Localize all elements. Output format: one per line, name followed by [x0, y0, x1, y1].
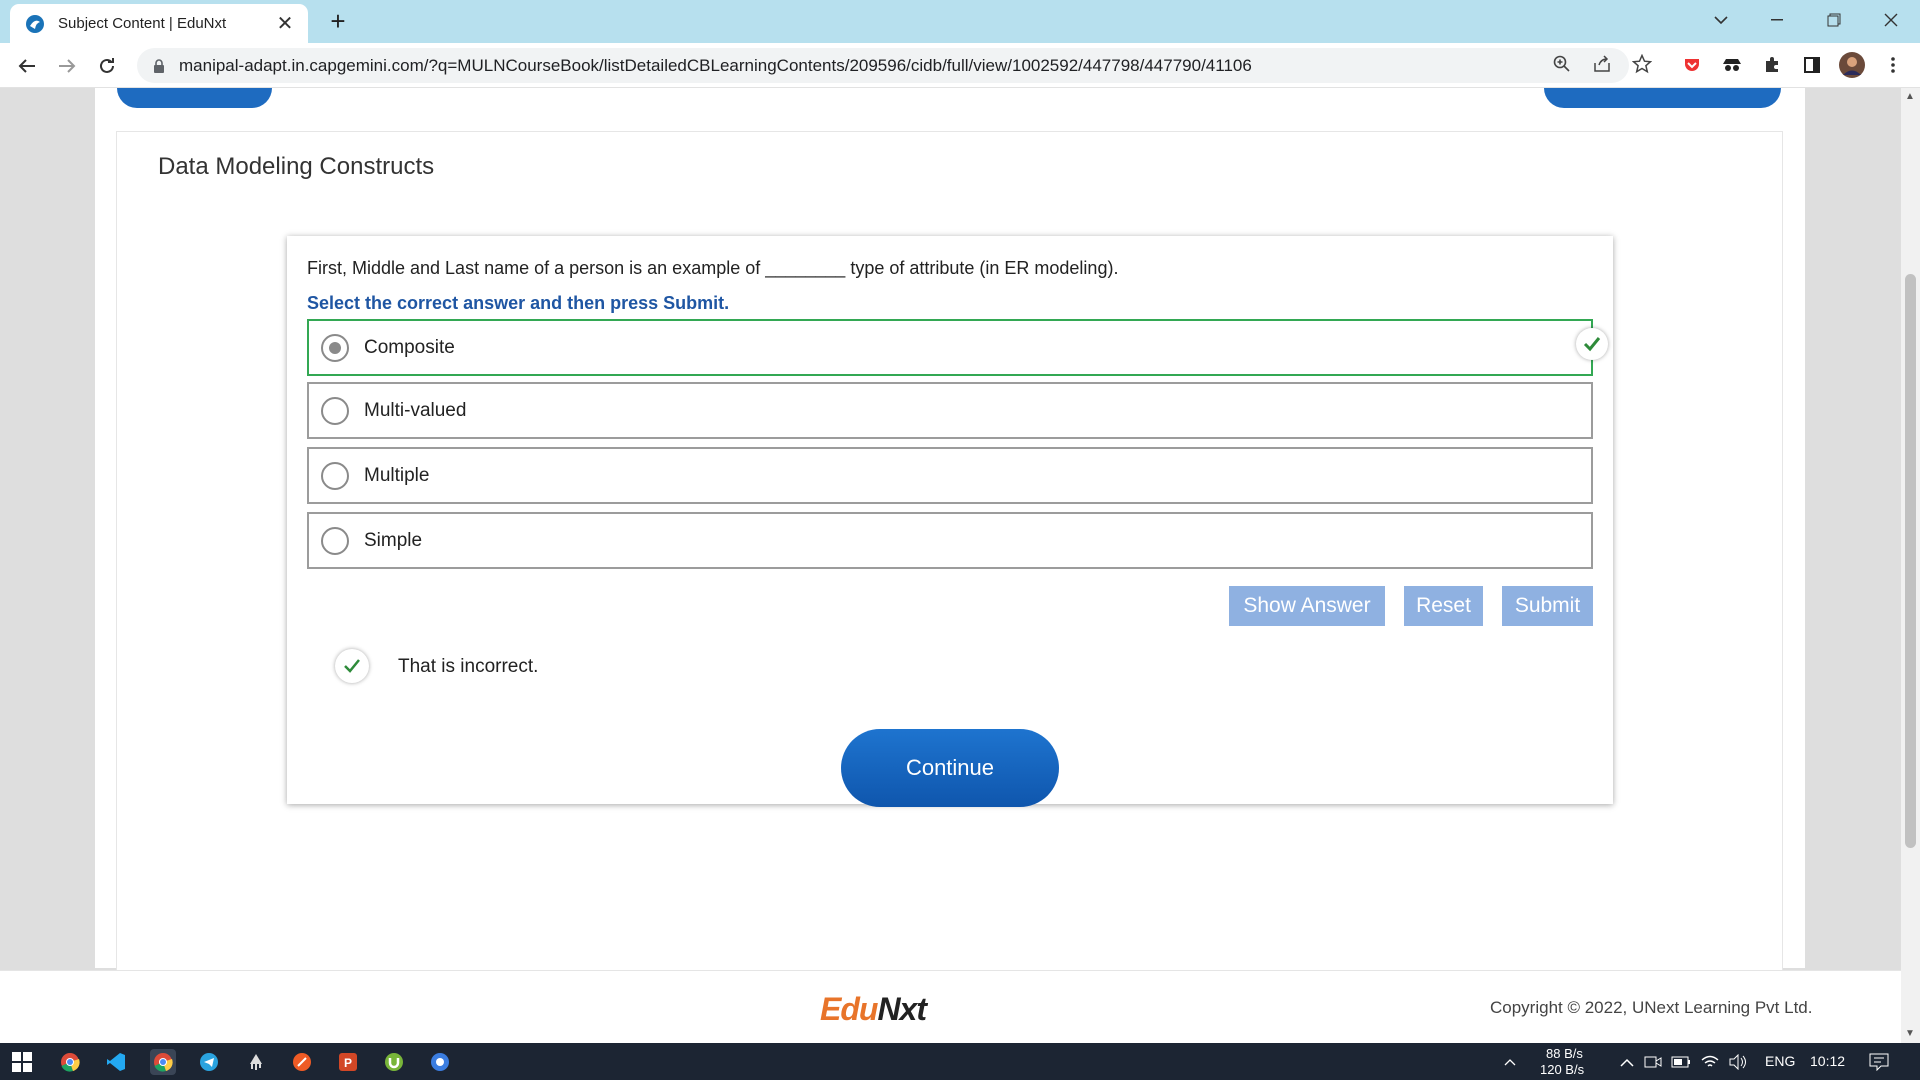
powerpoint-icon[interactable]: P [335, 1049, 361, 1075]
scrollbar-thumb[interactable] [1905, 274, 1916, 848]
profile-avatar[interactable] [1839, 52, 1865, 78]
browser-app-icon[interactable] [427, 1049, 453, 1075]
browser-tab-strip: Subject Content | EduNxt ✕ + [0, 0, 1920, 43]
option-label: Simple [364, 529, 423, 551]
show-hidden-icons-chevron-icon[interactable] [1614, 1049, 1640, 1075]
radio-button[interactable] [321, 333, 349, 362]
extensions-puzzle-icon[interactable] [1759, 52, 1785, 78]
network-upload-speed: 88 B/s [1546, 1046, 1583, 1061]
svg-text:P: P [344, 1056, 352, 1070]
wifi-icon[interactable] [1697, 1049, 1723, 1075]
page-viewport: Data Modeling Constructs First, Middle a… [0, 88, 1901, 1043]
radio-button[interactable] [321, 396, 349, 425]
edunxt-logo: EduNxt [820, 991, 927, 1027]
copyright-text: Copyright © 2022, UNext Learning Pvt Ltd… [1490, 998, 1813, 1017]
back-arrow-icon[interactable] [13, 52, 41, 80]
tab-close-icon[interactable]: ✕ [274, 11, 296, 36]
show-answer-button[interactable]: Show Answer [1229, 586, 1385, 626]
network-download-speed: 120 B/s [1540, 1062, 1585, 1077]
option-label: Multiple [364, 464, 430, 486]
option-simple[interactable]: Simple [307, 512, 1593, 569]
scroll-down-arrow-icon[interactable]: ▼ [1905, 1028, 1915, 1039]
feedback-check-icon [335, 649, 369, 683]
scroll-up-arrow-icon[interactable]: ▲ [1905, 91, 1915, 102]
volume-icon[interactable] [1725, 1049, 1751, 1075]
submit-button[interactable]: Submit [1502, 586, 1593, 626]
browser-tab[interactable]: Subject Content | EduNxt ✕ [10, 4, 308, 43]
feedback-text: That is incorrect. [398, 656, 539, 677]
option-label: Multi-valued [364, 399, 467, 421]
zoom-icon[interactable] [1548, 50, 1576, 78]
reload-icon[interactable] [93, 52, 121, 80]
telegram-icon[interactable] [196, 1049, 222, 1075]
instruction-text: Select the correct answer and then press… [307, 293, 730, 313]
chrome-icon[interactable] [57, 1049, 83, 1075]
forward-arrow-icon[interactable] [53, 52, 81, 80]
clock-time[interactable]: 10:12 [1810, 1053, 1845, 1069]
minimize-button[interactable] [1748, 0, 1805, 40]
chrome-active-icon[interactable] [150, 1049, 176, 1075]
new-tab-button[interactable]: + [323, 6, 353, 37]
side-panel-icon[interactable] [1799, 52, 1825, 78]
windows-taskbar: P 88 B/s 120 B/s ENG 10:12 [0, 1043, 1920, 1080]
vscode-icon[interactable] [103, 1049, 129, 1075]
edunxt-favicon-icon [26, 14, 44, 33]
lock-icon [154, 58, 164, 73]
browser-toolbar: manipal-adapt.in.capgemini.com/?q=MULNCo… [0, 43, 1920, 88]
option-composite[interactable]: Composite [307, 319, 1593, 376]
previous-nav-button[interactable] [117, 88, 272, 108]
correct-check-icon [1576, 328, 1608, 360]
share-icon[interactable] [1588, 50, 1616, 78]
option-label: Composite [364, 336, 455, 358]
network-up-icon [1502, 1049, 1518, 1075]
bookmark-star-icon[interactable] [1628, 50, 1656, 78]
battery-icon[interactable] [1668, 1049, 1694, 1075]
notification-center-icon[interactable] [1866, 1049, 1892, 1075]
postman-icon[interactable] [289, 1049, 315, 1075]
close-window-button[interactable] [1862, 0, 1919, 40]
meet-now-icon[interactable] [1640, 1049, 1666, 1075]
address-bar[interactable]: manipal-adapt.in.capgemini.com/?q=MULNCo… [137, 48, 1629, 83]
vertical-scrollbar[interactable]: ▲ ▼ [1901, 88, 1920, 1043]
windows-start-icon[interactable] [9, 1049, 35, 1075]
radio-button[interactable] [321, 461, 349, 490]
reset-button[interactable]: Reset [1404, 586, 1483, 626]
spy-extension-icon[interactable] [1719, 52, 1745, 78]
radio-button[interactable] [321, 526, 349, 555]
section-title: Data Modeling Constructs [158, 153, 435, 180]
tab-title: Subject Content | EduNxt [58, 15, 227, 32]
inkscape-icon[interactable] [243, 1049, 269, 1075]
page-footer: EduNxt Copyright © 2022, UNext Learning … [0, 970, 1901, 1043]
url-text: manipal-adapt.in.capgemini.com/?q=MULNCo… [179, 55, 1252, 75]
tab-search-chevron-icon[interactable] [1692, 0, 1749, 40]
option-multi-valued[interactable]: Multi-valued [307, 382, 1593, 439]
continue-button[interactable]: Continue [841, 729, 1059, 807]
browser-menu-icon[interactable] [1880, 52, 1906, 78]
input-language[interactable]: ENG [1765, 1053, 1795, 1069]
pocket-extension-icon[interactable] [1679, 52, 1705, 78]
next-nav-button[interactable] [1544, 88, 1781, 108]
option-multiple[interactable]: Multiple [307, 447, 1593, 504]
utorrent-icon[interactable] [381, 1049, 407, 1075]
quiz-panel: First, Middle and Last name of a person … [287, 236, 1613, 804]
restore-button[interactable] [1805, 0, 1862, 40]
question-text: First, Middle and Last name of a person … [307, 258, 1119, 278]
